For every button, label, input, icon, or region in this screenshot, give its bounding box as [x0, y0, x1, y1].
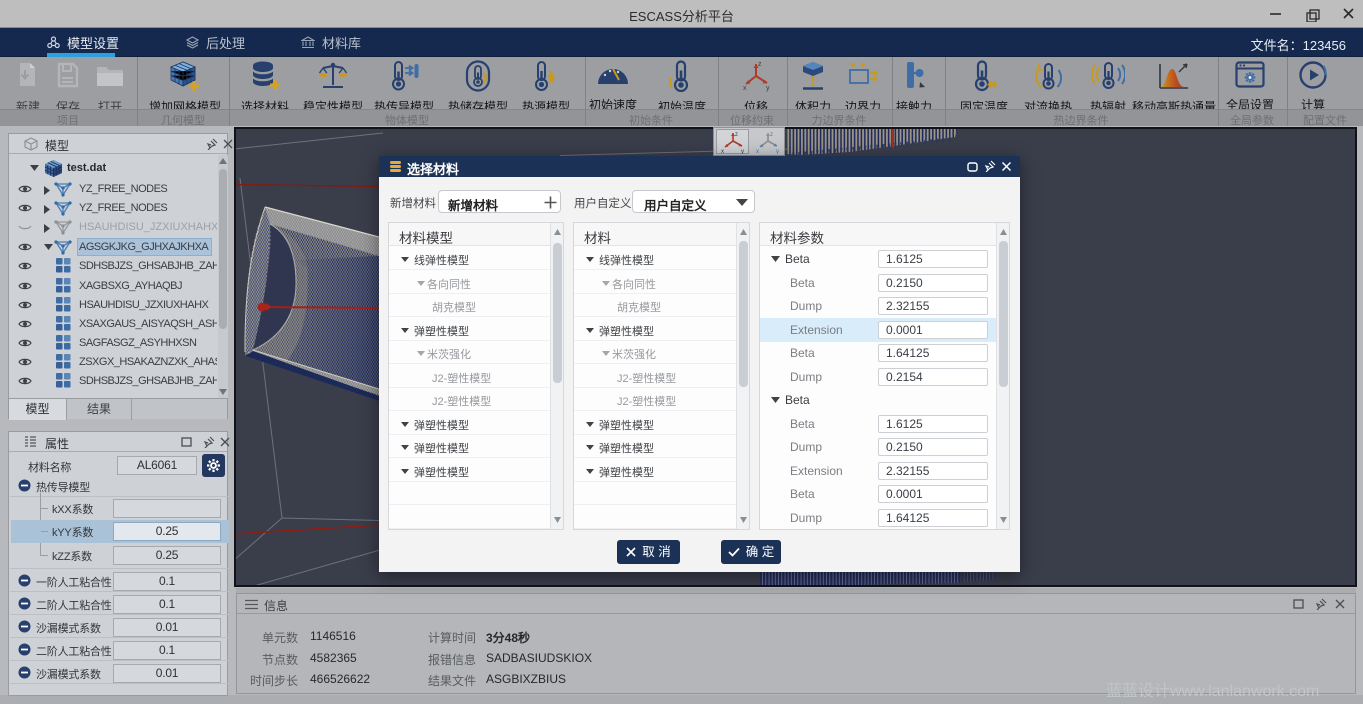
svg-text:x: x	[743, 85, 747, 92]
svg-text:z: z	[735, 132, 738, 138]
svg-text:x: x	[756, 149, 759, 154]
svg-text:y: y	[741, 149, 744, 154]
svg-text:y: y	[776, 149, 779, 154]
svg-text:y: y	[766, 85, 770, 92]
svg-text:x: x	[721, 149, 724, 154]
svg-text:z: z	[758, 61, 762, 68]
svg-text:z: z	[770, 132, 773, 138]
